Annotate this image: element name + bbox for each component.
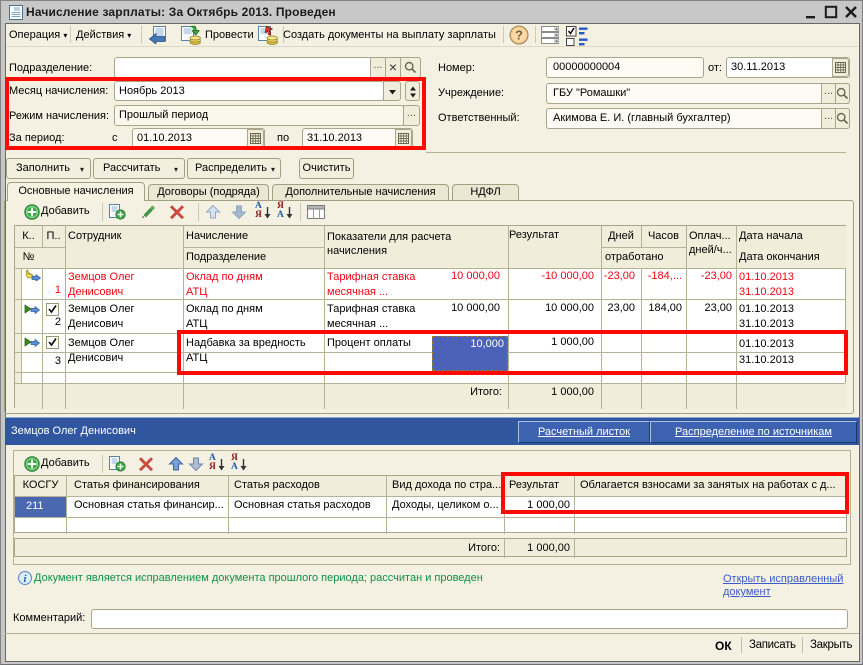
svg-text:i: i [24,573,27,585]
svg-text:?: ? [515,28,523,43]
